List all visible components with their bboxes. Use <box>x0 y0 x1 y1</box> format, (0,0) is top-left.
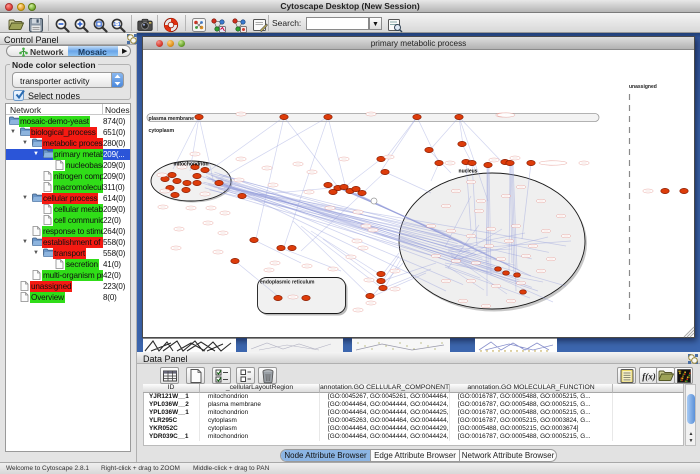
svg-text:nucleus: nucleus <box>459 169 478 175</box>
svg-text:unassigned: unassigned <box>629 84 657 90</box>
svg-text:1:1: 1:1 <box>113 22 120 28</box>
svg-text:cytoplasm: cytoplasm <box>149 128 175 134</box>
svg-text:plasma membrane: plasma membrane <box>149 116 195 122</box>
svg-text:mitochondrion: mitochondrion <box>174 162 209 168</box>
svg-text:f(x): f(x) <box>642 372 656 382</box>
svg-text:endoplasmic reticulum: endoplasmic reticulum <box>260 280 315 286</box>
